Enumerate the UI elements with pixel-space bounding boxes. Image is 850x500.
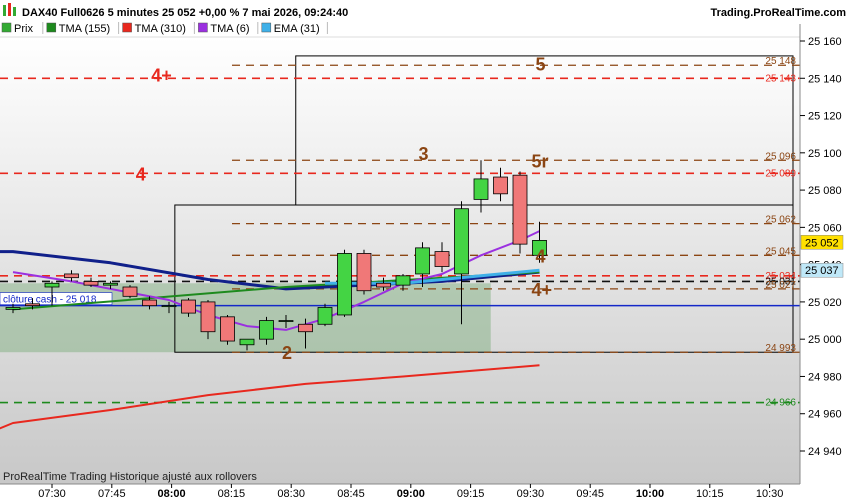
legend-label: Prix (14, 23, 33, 35)
level-label-0: 25 143 (765, 73, 796, 84)
y-tick-label-9: 24 980 (808, 371, 842, 383)
candle-26 (512, 171, 528, 254)
y-tick-label-3: 25 100 (808, 148, 842, 160)
candle-body (337, 253, 352, 316)
wave-label-2: 5 (536, 54, 546, 74)
candle-body (356, 253, 372, 292)
legend-swatch (122, 22, 132, 33)
y-tick-label-4: 25 080 (808, 185, 842, 197)
x-tick-label-9: 09:45 (576, 488, 604, 500)
candle-body (83, 281, 99, 286)
y-tick-label-5: 25 060 (808, 222, 842, 234)
candle-body (64, 273, 79, 279)
candle-body (454, 208, 469, 275)
candle-body (395, 275, 411, 286)
x-tick-label-11: 10:15 (696, 488, 724, 500)
candle-body (317, 307, 333, 325)
level-label-8: 25 027 (765, 280, 796, 291)
legend-label: TMA (6) (210, 23, 249, 35)
candle-body (220, 316, 235, 342)
level-label-3: 25 148 (765, 56, 796, 67)
wave-label-5: 4 (536, 246, 546, 266)
x-tick-label-12: 10:30 (756, 488, 784, 500)
header-icon-bar-3 (13, 7, 16, 16)
header-icon (3, 5, 6, 16)
x-tick-label-10: 10:00 (636, 488, 664, 500)
legend-swatch (198, 22, 208, 33)
wave-label-4: 3 (419, 144, 429, 164)
candle-11 (220, 314, 235, 345)
wave-label-1: 4 (136, 164, 146, 184)
candle-17 (337, 249, 352, 317)
candle-body (5, 307, 21, 310)
x-tick-label-2: 08:00 (158, 488, 186, 500)
x-tick-label-4: 08:30 (277, 488, 305, 500)
legend-label: TMA (310) (135, 23, 186, 35)
candle-18 (356, 249, 372, 295)
candle-body (103, 282, 118, 286)
price-tag-label-1: 25 037 (805, 265, 839, 277)
chart-canvas: DAX40 Full0626 5 minutes 25 052 +0,00 % … (0, 0, 850, 500)
brand-label: Trading.ProRealTime.com (710, 7, 846, 19)
candle-body (161, 305, 177, 308)
x-tick-label-8: 09:30 (517, 488, 545, 500)
legend-swatch (46, 22, 57, 33)
candle-body (415, 247, 430, 275)
x-tick-label-3: 08:15 (218, 488, 246, 500)
wave-label-0: 4+ (151, 66, 172, 86)
legend-swatch (261, 22, 272, 33)
candle-body (25, 303, 40, 307)
candle-body (44, 282, 60, 288)
y-tick-label-7: 25 020 (808, 297, 842, 309)
y-tick-label-8: 25 000 (808, 334, 842, 346)
candle-body (298, 323, 313, 333)
x-tick-label-1: 07:45 (98, 488, 126, 500)
level-label-10: 24 966 (765, 398, 796, 409)
candle-body (259, 320, 274, 340)
level-label-5: 25 062 (765, 215, 796, 226)
chart-title: DAX40 Full0626 5 minutes 25 052 +0,00 % … (22, 7, 348, 19)
x-tick-label-0: 07:30 (38, 488, 66, 500)
y-tick-label-10: 24 960 (808, 409, 842, 421)
legend-swatch (1, 22, 12, 33)
y-tick-label-11: 24 940 (808, 446, 842, 458)
wave-label-7: 2 (282, 343, 292, 363)
candle-6 (122, 285, 138, 299)
candle-body (122, 286, 138, 297)
candle-body (239, 338, 255, 346)
y-tick-label-2: 25 120 (808, 111, 842, 123)
level-label-1: 25 089 (765, 168, 796, 179)
level-label-9: 24 993 (765, 343, 796, 354)
level-label-4: 25 096 (765, 151, 796, 162)
plot-area: 25 14325 08925 03425 14825 09625 06225 0… (0, 38, 800, 484)
wave-label-3: 5r (532, 151, 549, 171)
x-tick-label-6: 09:00 (397, 488, 425, 500)
candle-body (434, 251, 450, 267)
candle-body (142, 299, 157, 307)
y-tick-label-1: 25 140 (808, 73, 842, 85)
candle-body (512, 174, 528, 245)
level-label-6: 25 045 (765, 246, 796, 257)
plot-background (0, 38, 800, 484)
y-tick-label-0: 25 160 (808, 36, 842, 48)
wave-label-6: 4+ (532, 280, 553, 300)
candle-body (376, 282, 391, 288)
candle-body (473, 178, 489, 200)
candle-body (200, 301, 216, 333)
legend-label: EMA (31) (274, 23, 320, 35)
footer-note: ProRealTime Trading Historique ajusté au… (3, 471, 257, 483)
x-tick-label-5: 08:45 (337, 488, 365, 500)
candle-16 (317, 303, 333, 327)
legend-label: TMA (155) (59, 23, 110, 35)
candle-body (181, 299, 196, 314)
candle-body (278, 320, 294, 322)
header-icon-bar-2 (8, 3, 11, 16)
x-tick-label-7: 09:15 (457, 488, 485, 500)
candle-body (493, 176, 508, 195)
price-tag-label-0: 25 052 (805, 237, 839, 249)
